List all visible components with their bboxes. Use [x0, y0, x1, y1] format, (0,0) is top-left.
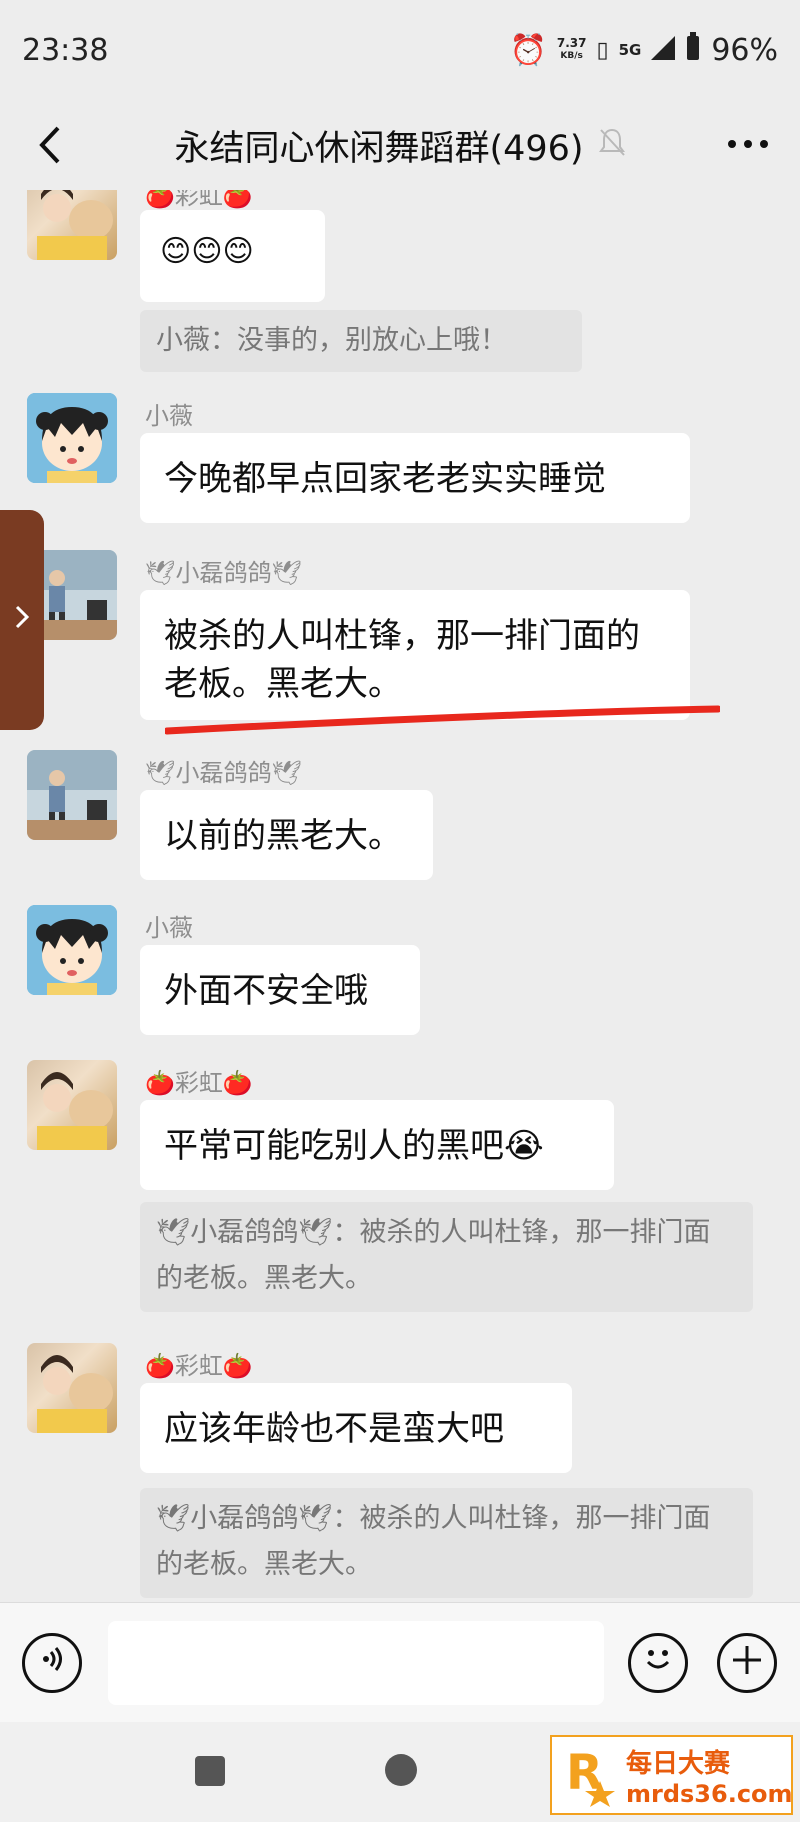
sender-name: 小薇 [145, 402, 193, 430]
message-bubble[interactable]: 外面不安全哦 [140, 945, 420, 1035]
alarm-icon: ⏰ [509, 32, 547, 68]
sender-name: 🍅彩虹🍅 [145, 1352, 253, 1380]
sender-name: 🍅彩虹🍅 [145, 190, 253, 210]
back-arrow-icon[interactable] [30, 120, 70, 170]
message-text: 今晚都早点回家老老实实睡觉 [164, 459, 606, 499]
message-input[interactable] [108, 1621, 604, 1705]
plus-icon [729, 1642, 765, 1684]
speed-value: 7.37 [556, 36, 587, 50]
quote-text: 🕊小磊鸽鸽🕊：被杀的人叫杜锋，那一排门面的老板。黑老大。 [156, 1503, 711, 1580]
signal-icon [651, 33, 676, 68]
message-bubble[interactable]: 被杀的人叫杜锋，那一排门面的老板。黑老大。 [140, 590, 690, 720]
recent-apps-button[interactable] [195, 1756, 225, 1786]
speed-unit: KB/s [560, 51, 583, 61]
watermark-title: 每日大赛 [626, 1748, 731, 1779]
battery-level: 96% [711, 32, 778, 68]
chevron-right-icon [14, 603, 30, 638]
message-text: 应该年龄也不是蛮大吧 [164, 1409, 504, 1449]
home-button[interactable] [385, 1754, 417, 1786]
message-text: 外面不安全哦 [164, 971, 368, 1011]
status-time: 23:38 [22, 32, 109, 68]
avatar[interactable] [27, 750, 117, 840]
more-options-icon[interactable] [726, 122, 770, 175]
quoted-message[interactable]: 🕊小磊鸽鸽🕊：被杀的人叫杜锋，那一排门面的老板。黑老大。 [140, 1488, 753, 1598]
sender-name: 🕊小磊鸽鸽🕊 [145, 759, 302, 787]
avatar[interactable] [27, 1343, 117, 1433]
battery-icon [685, 32, 701, 68]
message-bubble[interactable]: 平常可能吃别人的黑吧😭 [140, 1100, 614, 1190]
side-expand-tab[interactable] [0, 510, 44, 730]
network-type: 5G [618, 41, 642, 59]
network-speed: 7.37 KB/s [557, 37, 587, 63]
status-bar: 23:38 ⏰ 7.37 KB/s ▯ 5G 96% [0, 0, 800, 100]
status-icons: ⏰ 7.37 KB/s ▯ 5G 96% [509, 32, 778, 68]
input-bar [0, 1602, 800, 1722]
avatar[interactable] [27, 1060, 117, 1150]
message-text: 😊😊😊 [160, 234, 254, 269]
watermark-text: 每日大赛 mrds36.com [626, 1743, 793, 1808]
message-bubble[interactable]: 今晚都早点回家老老实实睡觉 [140, 433, 690, 523]
red-underline-annotation [165, 705, 720, 735]
watermark-url: mrds36.com [626, 1779, 793, 1808]
more-functions-button[interactable] [717, 1633, 777, 1693]
avatar[interactable] [27, 393, 117, 483]
avatar[interactable] [27, 905, 117, 995]
chat-area[interactable]: 🍅彩虹🍅 😊😊😊 小薇：没事的，别放心上哦！ 小薇 今晚都早点回家老老实实睡觉 … [0, 190, 800, 1602]
group-title[interactable]: 永结同心休闲舞蹈群(496) [174, 120, 583, 171]
message-text: 平常可能吃别人的黑吧😭 [164, 1126, 544, 1166]
voice-icon [37, 1644, 67, 1682]
sender-name: 小薇 [145, 914, 193, 942]
voice-input-button[interactable] [22, 1633, 82, 1693]
mute-bell-icon [598, 127, 626, 163]
emoji-icon [638, 1639, 678, 1687]
quote-text: 🕊小磊鸽鸽🕊：被杀的人叫杜锋，那一排门面的老板。黑老大。 [156, 1217, 711, 1294]
quote-text: 小薇：没事的，别放心上哦！ [156, 325, 507, 356]
message-bubble[interactable]: 应该年龄也不是蛮大吧 [140, 1383, 572, 1473]
sender-name: 🍅彩虹🍅 [145, 1069, 253, 1097]
avatar[interactable] [27, 190, 117, 260]
sender-name: 🕊小磊鸽鸽🕊 [145, 559, 302, 587]
message-bubble[interactable]: 😊😊😊 [140, 210, 325, 302]
message-text: 被杀的人叫杜锋，那一排门面的老板。黑老大。 [164, 616, 640, 704]
quoted-message[interactable]: 🕊小磊鸽鸽🕊：被杀的人叫杜锋，那一排门面的老板。黑老大。 [140, 1202, 753, 1312]
message-text: 以前的黑老大。 [164, 816, 402, 856]
message-bubble[interactable]: 以前的黑老大。 [140, 790, 433, 880]
emoji-button[interactable] [628, 1633, 688, 1693]
watermark: R 每日大赛 mrds36.com [550, 1735, 793, 1815]
title-wrap: 永结同心休闲舞蹈群(496) [174, 120, 625, 171]
sim-icon: ▯ [596, 37, 609, 63]
chat-header: 永结同心休闲舞蹈群(496) [0, 100, 800, 190]
quoted-message[interactable]: 小薇：没事的，别放心上哦！ [140, 310, 582, 372]
watermark-logo-icon: R [562, 1743, 618, 1807]
